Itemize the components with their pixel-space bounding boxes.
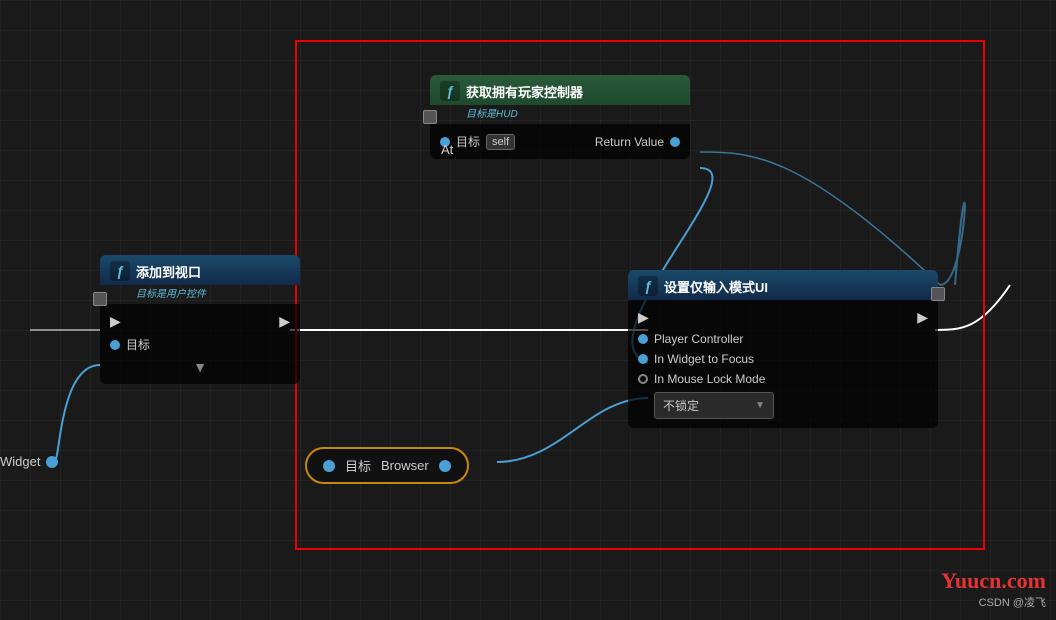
self-badge: self [486,134,515,150]
exec-in-arrow: ▶ [110,313,121,330]
pin-player-controller-label: Player Controller [654,332,743,346]
node-set-input-body: ▶ ▶ Player Controller In Widget to Focus… [628,300,938,428]
func-icon-add: ƒ [110,261,130,281]
pin-mouse-lock-label: In Mouse Lock Mode [654,372,765,386]
left-connector [423,110,437,124]
node-set-input-header: ƒ 设置仅输入模式UI [628,270,938,300]
pin-in-widget-row: In Widget to Focus [628,349,938,369]
pin-target-viewport-label: 目标 [126,336,150,353]
right-connector-set [931,287,945,301]
return-value-label: Return Value [595,135,664,149]
left-connector-viewport [93,292,107,306]
browser-pin-right [439,460,451,472]
func-icon-set: ƒ [638,276,658,296]
dropdown-value: 不锁定 [663,397,699,414]
pin-player-controller-dot [638,334,648,344]
pin-target-viewport-dot [110,340,120,350]
expand-arrow: ▼ [193,359,207,375]
watermark-author: CSDN @凌飞 [941,594,1046,610]
pin-target-viewport-row: 目标 [100,333,300,356]
pin-target-row: 目标 self Return Value [430,130,690,153]
node-widget: Widget [0,454,58,469]
node-add-viewport-body: ▶ ▶ 目标 ▼ [100,304,300,384]
pin-mouse-lock-dot [638,374,648,384]
pin-mouse-lock-row: In Mouse Lock Mode [628,369,938,389]
browser-target-label: 目标 [345,456,371,475]
node-set-input[interactable]: ƒ 设置仅输入模式UI ▶ ▶ Player Controller In Wid… [628,270,938,428]
expand-row: ▼ [100,356,300,378]
watermark: Yuucn.com CSDN @凌飞 [941,568,1046,610]
widget-label: Widget [0,454,40,469]
exec-set-in-arrow: ▶ [638,309,649,326]
node-add-viewport-title: 添加到视口 [136,262,201,281]
widget-pin-dot [46,456,58,468]
exec-set-in-row: ▶ ▶ [628,306,938,329]
pin-in-widget-label: In Widget to Focus [654,352,754,366]
dropdown-row[interactable]: 不锁定 ▼ [628,389,938,422]
at-label: At [441,142,453,157]
node-browser[interactable]: 目标 Browser [305,447,469,484]
node-add-viewport[interactable]: ƒ 添加到视口 目标是用户控件 ▶ ▶ 目标 ▼ [100,255,300,384]
pin-in-widget-dot [638,354,648,364]
exec-set-out-arrow: ▶ [917,309,928,326]
node-get-controller-header: ƒ 获取拥有玩家控制器 [430,75,690,105]
func-icon: ƒ [440,81,460,101]
return-value-dot [670,137,680,147]
watermark-site: Yuucn.com [941,568,1046,594]
pin-player-controller-row: Player Controller [628,329,938,349]
exec-out-arrow: ▶ [279,313,290,330]
node-add-viewport-subtitle: 目标是用户控件 [100,285,300,304]
mouse-lock-dropdown[interactable]: 不锁定 ▼ [654,392,774,419]
browser-value-label: Browser [381,458,429,473]
node-get-controller-subtitle: 目标是HUD [430,105,690,124]
node-get-controller[interactable]: ƒ 获取拥有玩家控制器 目标是HUD 目标 self Return Value [430,75,690,159]
exec-in-row: ▶ ▶ [100,310,300,333]
pin-target-label: 目标 [456,133,480,150]
node-set-input-title: 设置仅输入模式UI [664,277,768,296]
dropdown-arrow-icon: ▼ [755,400,765,411]
browser-pin-left [323,460,335,472]
node-get-controller-title: 获取拥有玩家控制器 [466,82,583,101]
node-get-controller-body: 目标 self Return Value [430,124,690,159]
node-add-viewport-header: ƒ 添加到视口 [100,255,300,285]
